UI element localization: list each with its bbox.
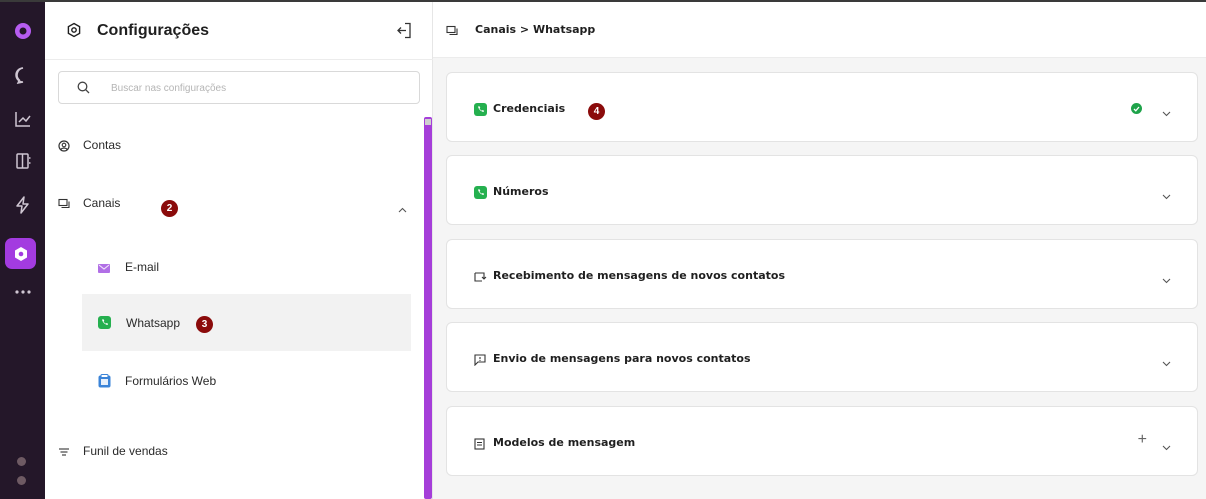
add-template-button[interactable]: + — [1138, 431, 1147, 449]
whatsapp-icon — [98, 316, 111, 329]
account-circle-icon — [58, 139, 70, 152]
settings-icon — [66, 22, 82, 43]
whatsapp-icon — [474, 103, 487, 116]
search-input[interactable] — [111, 79, 401, 97]
email-icon — [98, 261, 110, 273]
nav-item-whatsapp[interactable]: Whatsapp — [82, 294, 411, 351]
nav-label-whatsapp: Whatsapp — [126, 315, 181, 330]
nav-label-funil: Funil de vendas — [83, 444, 168, 458]
settings-header: Configurações — [45, 2, 433, 60]
card-title: Números — [493, 185, 549, 198]
nav-label-contas: Contas — [83, 138, 122, 152]
settings-panel: Configurações Contas Canais 2 E-mail — [45, 2, 433, 499]
check-circle-icon — [1131, 103, 1142, 114]
chevron-down-icon[interactable] — [1162, 354, 1171, 372]
clipboard-form-icon — [98, 373, 111, 388]
search-icon — [77, 81, 90, 99]
chevron-up-icon[interactable] — [398, 200, 407, 218]
card-title: Credenciais — [493, 102, 566, 115]
message-alert-icon — [474, 353, 486, 371]
chevron-down-icon[interactable] — [1162, 438, 1171, 456]
chevron-down-icon[interactable] — [1162, 187, 1171, 205]
app-rail — [0, 2, 45, 499]
card-envio[interactable]: Envio de mensagens para novos contatos — [446, 322, 1198, 392]
app-logo-icon[interactable] — [0, 22, 45, 40]
whatsapp-icon — [474, 186, 487, 199]
nav-label-forms: Formulários Web — [125, 373, 217, 388]
settings-hexagon-icon — [14, 246, 27, 261]
chevron-down-icon[interactable] — [1162, 104, 1171, 122]
automation-bolt-icon[interactable] — [0, 196, 45, 214]
card-recebimento[interactable]: Recebimento de mensagens de novos contat… — [446, 239, 1198, 309]
card-title: Envio de mensagens para novos contatos — [493, 352, 751, 365]
chevron-down-icon[interactable] — [1162, 271, 1171, 289]
chat-icon[interactable] — [0, 66, 45, 84]
panel-scrollbar[interactable] — [424, 117, 432, 499]
card-modelos[interactable]: Modelos de mensagem + — [446, 406, 1198, 476]
funnel-filter-icon — [58, 445, 70, 457]
content-area: Canais > Whatsapp Credenciais 4 Números … — [433, 2, 1206, 499]
card-numeros[interactable]: Números — [446, 155, 1198, 225]
step-badge-4: 4 — [588, 103, 605, 120]
channels-icon — [58, 197, 70, 209]
nav-item-email[interactable]: E-mail — [82, 238, 411, 295]
step-badge-2: 2 — [161, 200, 178, 217]
status-dot — [17, 457, 26, 466]
repeat-message-icon — [474, 270, 487, 288]
collapse-panel-icon[interactable] — [396, 22, 412, 44]
nav-label-email: E-mail — [125, 259, 160, 274]
analytics-icon[interactable] — [0, 110, 45, 128]
settings-search[interactable] — [58, 71, 420, 104]
nav-label-canais: Canais — [83, 196, 121, 210]
settings-rail-button[interactable] — [5, 238, 36, 269]
contacts-book-icon[interactable] — [0, 152, 45, 170]
content-header: Canais > Whatsapp — [433, 2, 1206, 58]
user-avatar-dot[interactable] — [17, 476, 26, 485]
card-credenciais[interactable]: Credenciais 4 — [446, 72, 1198, 142]
nav-item-forms[interactable]: Formulários Web — [82, 352, 411, 409]
channels-icon — [446, 24, 458, 42]
document-template-icon — [474, 437, 485, 455]
nav-item-canais[interactable]: Canais — [58, 196, 120, 210]
card-title: Modelos de mensagem — [493, 436, 636, 449]
nav-item-funil[interactable]: Funil de vendas — [58, 444, 168, 458]
more-icon[interactable] — [0, 289, 45, 295]
step-badge-3: 3 — [196, 316, 213, 333]
page-title: Configurações — [97, 22, 210, 39]
breadcrumb: Canais > Whatsapp — [475, 23, 596, 36]
nav-item-contas[interactable]: Contas — [58, 138, 121, 152]
card-title: Recebimento de mensagens de novos contat… — [493, 269, 785, 282]
